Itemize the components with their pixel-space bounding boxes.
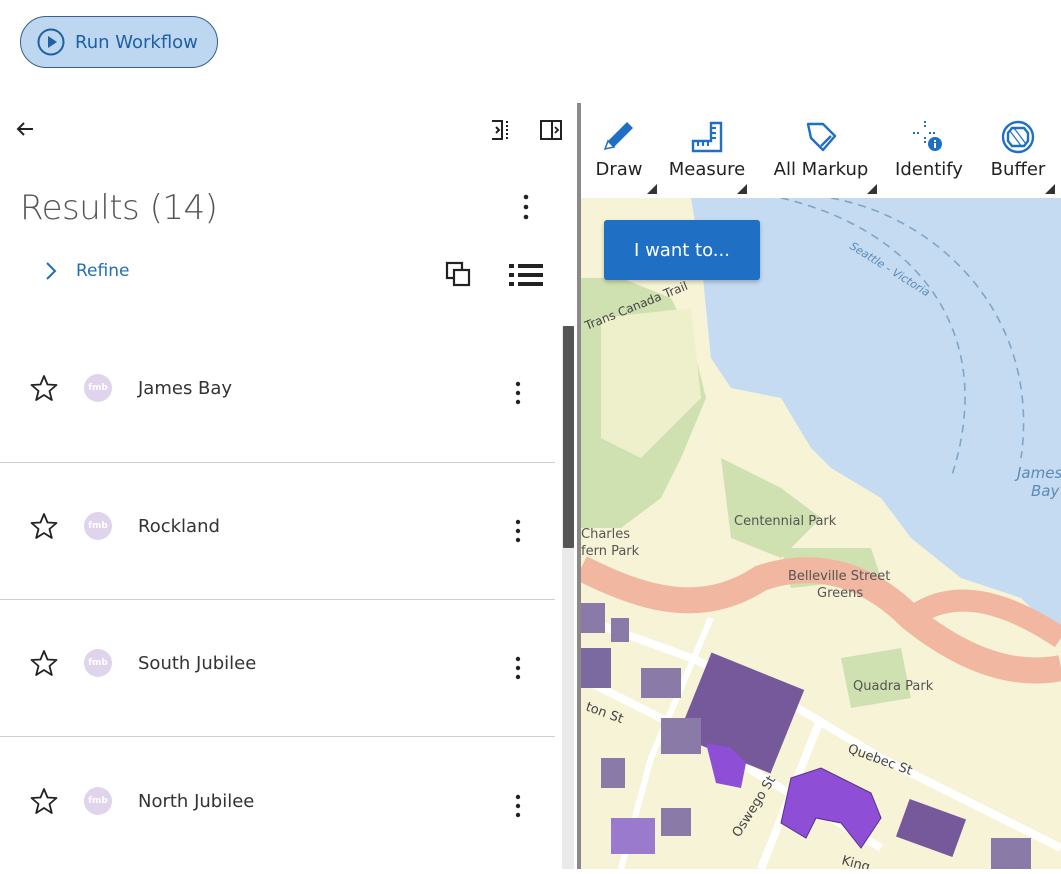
building: [991, 838, 1031, 869]
building: [611, 818, 655, 854]
building: [895, 798, 967, 858]
more-options-icon[interactable]: [508, 653, 528, 683]
play-circle-icon: [37, 28, 65, 56]
map-label-bay: James: [1014, 464, 1061, 482]
identify-label: Identify: [895, 159, 963, 180]
refine-label: Refine: [76, 261, 130, 281]
building: [581, 603, 605, 633]
all-markup-tool-button[interactable]: All Markup: [765, 103, 877, 198]
markup-tag-icon: [806, 122, 837, 152]
identify-tool-button[interactable]: Identify: [887, 103, 971, 198]
park-area: [721, 458, 821, 558]
result-name: Rockland: [138, 516, 220, 537]
refine-toggle[interactable]: Refine: [40, 260, 129, 282]
measure-tool-button[interactable]: Measure: [667, 103, 747, 198]
chevron-right-icon: [46, 262, 57, 280]
dropdown-corner-icon: [647, 184, 657, 194]
collapse-panel-icon[interactable]: [488, 118, 512, 142]
pencil-icon: [603, 122, 633, 151]
buffer-tool-button[interactable]: Buffer: [981, 103, 1055, 198]
layer-badge-icon: fmb: [84, 374, 112, 402]
dropdown-corner-icon: [867, 184, 877, 194]
draw-tool-button[interactable]: Draw: [581, 103, 657, 198]
scrollbar-thumb[interactable]: [563, 326, 574, 548]
map-toolbar: Draw Measure All Markup Identify Buffer: [581, 103, 1061, 198]
building: [581, 648, 611, 688]
map-label-belleville: Belleville Street: [788, 569, 890, 584]
result-name: South Jubilee: [138, 653, 257, 674]
more-options-icon[interactable]: [508, 378, 528, 408]
back-arrow-icon[interactable]: [14, 118, 36, 140]
building: [601, 758, 625, 788]
buffer-label: Buffer: [990, 159, 1046, 180]
star-favorite-icon[interactable]: [30, 649, 58, 677]
result-name: James Bay: [138, 378, 233, 399]
layer-badge-icon: fmb: [84, 787, 112, 815]
more-options-icon[interactable]: [508, 516, 528, 546]
building: [661, 808, 691, 836]
split-view-icon[interactable]: [539, 118, 563, 142]
list-item[interactable]: fmb Rockland: [0, 463, 555, 600]
dropdown-corner-icon: [737, 184, 747, 194]
building: [661, 718, 701, 754]
park-area: [841, 648, 911, 708]
map-label-quebec: Quebec St: [846, 742, 914, 779]
building: [677, 652, 805, 774]
list-item[interactable]: fmb South Jubilee: [0, 600, 555, 737]
highlighted-building: [780, 767, 882, 849]
results-more-options-icon[interactable]: [516, 192, 536, 222]
top-bar: Run Workflow: [0, 0, 1061, 100]
star-favorite-icon[interactable]: [30, 374, 58, 402]
map-label-bay: Bay: [1031, 482, 1060, 500]
map-canvas[interactable]: Trans Canada Trail Seattle - Victoria Ja…: [581, 198, 1061, 869]
result-name: North Jubilee: [138, 791, 255, 812]
map-label-charles: Charles: [581, 527, 630, 542]
i-want-to-button[interactable]: I want to...: [604, 220, 760, 280]
results-title: Results (14): [20, 188, 218, 228]
list-item[interactable]: fmb North Jubilee: [0, 737, 555, 874]
star-favorite-icon[interactable]: [30, 512, 58, 540]
map-label-ton-st: ton St: [584, 700, 626, 727]
layer-badge-icon: fmb: [84, 649, 112, 677]
all-markup-label: All Markup: [773, 159, 869, 180]
draw-label: Draw: [595, 159, 643, 180]
list-view-icon[interactable]: [508, 262, 544, 288]
more-options-icon[interactable]: [508, 791, 528, 821]
list-item[interactable]: fmb James Bay: [0, 326, 555, 463]
map-label-quadra: Quadra Park: [853, 679, 934, 694]
map-view[interactable]: Trans Canada Trail Seattle - Victoria Ja…: [581, 198, 1061, 869]
map-label-belleville: Greens: [817, 586, 863, 601]
measure-label: Measure: [668, 159, 746, 180]
identify-icon: [913, 121, 942, 151]
map-label-centennial: Centennial Park: [734, 514, 837, 529]
layer-badge-icon: fmb: [84, 512, 112, 540]
star-favorite-icon[interactable]: [30, 787, 58, 815]
map-label-king: King: [840, 853, 872, 869]
run-workflow-button[interactable]: Run Workflow: [20, 16, 218, 68]
building: [641, 668, 681, 698]
copy-results-icon[interactable]: [444, 260, 472, 288]
run-workflow-label: Run Workflow: [75, 31, 198, 53]
map-label-charles: fern Park: [581, 544, 640, 559]
buffer-icon: [1001, 120, 1035, 154]
building: [611, 618, 629, 642]
dropdown-corner-icon: [1045, 184, 1055, 194]
ruler-icon: [691, 121, 723, 153]
